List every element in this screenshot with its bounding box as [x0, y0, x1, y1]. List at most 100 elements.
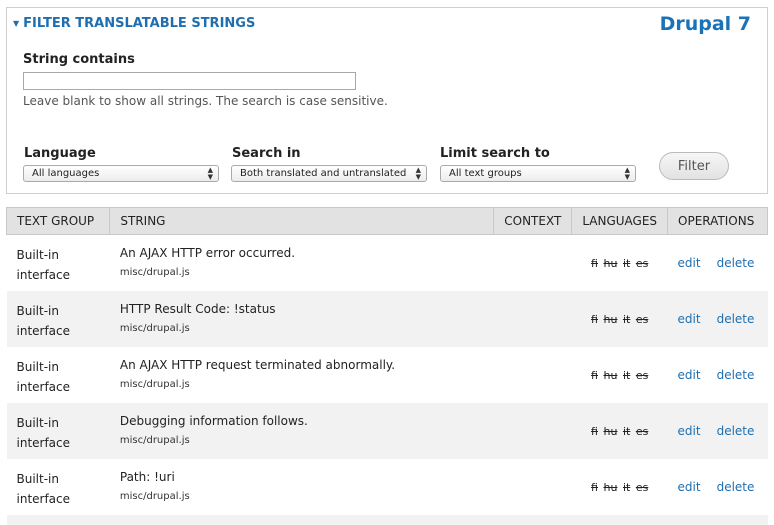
- language-code: fi: [591, 257, 598, 270]
- languages-cell: fi hu it es: [571, 346, 668, 403]
- language-code: it: [622, 257, 631, 270]
- table-row: Built-in interface HTTP Result Code: !sta…: [6, 290, 768, 347]
- updown-arrows-icon: ▲ ▼: [624, 166, 630, 181]
- language-code: it: [622, 312, 631, 326]
- text-group-line: Built-in: [16, 248, 59, 262]
- filter-fieldset: ▼ FILTER TRANSLATABLE STRINGS Drupal 7 S…: [6, 7, 768, 194]
- operations-cell: edit delete: [667, 234, 768, 291]
- string-contains-input[interactable]: [23, 72, 356, 90]
- search-in-select-value: Both translated and untranslated: [240, 168, 407, 179]
- edit-link[interactable]: edit: [678, 312, 701, 326]
- table-row: Built-in interface An AJAX HTTP error occ…: [6, 234, 768, 291]
- limit-search-select-value: All text groups: [449, 168, 522, 179]
- context-cell: [493, 234, 572, 291]
- language-code: it: [622, 480, 631, 494]
- language-code: hu: [603, 424, 618, 438]
- string-cell: HTTP Result Code: !status misc/drupal.js: [109, 290, 494, 347]
- language-code: es: [635, 424, 649, 438]
- languages-cell: fi hu it es: [571, 458, 668, 515]
- delete-link[interactable]: delete: [717, 312, 755, 326]
- string-cell: Path: !uri misc/drupal.js: [109, 458, 494, 515]
- limit-search-label: Limit search to: [440, 146, 550, 161]
- text-group-cell: Built-in interface: [6, 290, 110, 347]
- context-cell: [493, 290, 572, 347]
- search-in-label: Search in: [232, 146, 301, 161]
- language-code: it: [622, 368, 631, 382]
- edit-link[interactable]: edit: [678, 480, 701, 494]
- language-code: hu: [603, 257, 618, 270]
- language-code: hu: [603, 368, 618, 382]
- delete-link[interactable]: delete: [717, 480, 755, 494]
- string-cell: An AJAX HTTP error occurred. misc/drupal.…: [109, 234, 494, 291]
- language-code: fi: [591, 368, 598, 382]
- edit-link[interactable]: edit: [678, 424, 701, 438]
- edit-link[interactable]: edit: [678, 256, 701, 270]
- string-source: misc/drupal.js: [119, 434, 190, 446]
- drupal-version-label: Drupal 7: [659, 13, 751, 35]
- filter-legend-toggle[interactable]: ▼ FILTER TRANSLATABLE STRINGS: [13, 16, 255, 31]
- limit-search-select[interactable]: All text groups ▲ ▼: [440, 165, 636, 182]
- text-group-line: interface: [16, 435, 71, 450]
- delete-link[interactable]: delete: [717, 424, 755, 438]
- language-code: hu: [603, 312, 618, 326]
- table-row: Built-in interface Debugging information …: [6, 402, 768, 459]
- header-string[interactable]: STRING: [109, 207, 495, 235]
- string-source: misc/drupal.js: [119, 322, 190, 334]
- table-row: [6, 514, 768, 525]
- language-select-value: All languages: [32, 168, 100, 179]
- text-group-line: interface: [16, 491, 71, 506]
- language-code: fi: [591, 312, 598, 326]
- context-cell: [493, 402, 572, 459]
- text-group-cell: Built-in interface: [6, 402, 110, 459]
- text-group-line: Built-in: [16, 303, 59, 318]
- text-group-line: Built-in: [16, 359, 59, 374]
- string-text: HTTP Result Code: !status: [119, 301, 276, 316]
- languages-cell: fi hu it es: [571, 402, 668, 459]
- language-code: fi: [591, 480, 598, 494]
- string-text: An AJAX HTTP request terminated abnormal…: [119, 357, 396, 372]
- string-text: Debugging information follows.: [119, 413, 308, 428]
- header-languages: LANGUAGES: [571, 207, 669, 235]
- delete-link[interactable]: delete: [717, 256, 755, 270]
- string-cell: Debugging information follows. misc/drupa…: [109, 402, 494, 459]
- delete-link[interactable]: delete: [717, 368, 755, 382]
- edit-link[interactable]: edit: [678, 368, 701, 382]
- language-code: hu: [603, 480, 618, 494]
- context-cell: [493, 346, 572, 403]
- language-code: es: [635, 368, 649, 382]
- operations-cell: edit delete: [667, 290, 768, 347]
- language-code: es: [635, 257, 649, 270]
- text-group-line: interface: [16, 323, 71, 338]
- text-group-cell: Built-in interface: [6, 458, 110, 515]
- text-group-line: Built-in: [16, 415, 59, 430]
- string-contains-description: Leave blank to show all strings. The sea…: [23, 94, 388, 108]
- filter-legend-label: FILTER TRANSLATABLE STRINGS: [23, 16, 256, 31]
- operations-cell: edit delete: [667, 402, 768, 459]
- operations-cell: edit delete: [667, 346, 768, 403]
- filter-button[interactable]: Filter: [659, 152, 729, 180]
- strings-table: TEXT GROUP STRING CONTEXT LANGUAGES OPER…: [5, 207, 768, 525]
- header-operations: OPERATIONS: [667, 207, 768, 235]
- partial-row: [6, 514, 768, 525]
- text-group-cell: Built-in interface: [6, 234, 110, 291]
- text-group-line: interface: [16, 379, 71, 394]
- table-row: Built-in interface Path: !uri misc/drupal.…: [6, 458, 768, 515]
- language-select[interactable]: All languages ▲ ▼: [23, 165, 219, 182]
- string-cell: An AJAX HTTP request terminated abnormal…: [109, 346, 494, 403]
- language-code: it: [622, 424, 631, 438]
- header-text-group[interactable]: TEXT GROUP: [5, 207, 111, 235]
- languages-cell: fi hu it es: [571, 290, 668, 347]
- context-cell: [493, 458, 572, 515]
- header-context[interactable]: CONTEXT: [493, 207, 573, 235]
- string-contains-label: String contains: [23, 52, 135, 67]
- language-code: fi: [591, 424, 598, 438]
- string-source: misc/drupal.js: [119, 378, 190, 390]
- languages-cell: fi hu it es: [571, 234, 668, 291]
- search-in-select[interactable]: Both translated and untranslated ▲ ▼: [231, 165, 427, 182]
- language-code: es: [635, 480, 649, 494]
- text-group-line: Built-in: [16, 471, 59, 486]
- table-header-row: TEXT GROUP STRING CONTEXT LANGUAGES OPER…: [5, 207, 768, 235]
- updown-arrows-icon: ▲ ▼: [415, 166, 421, 181]
- updown-arrows-icon: ▲ ▼: [207, 166, 213, 181]
- language-label: Language: [24, 146, 96, 161]
